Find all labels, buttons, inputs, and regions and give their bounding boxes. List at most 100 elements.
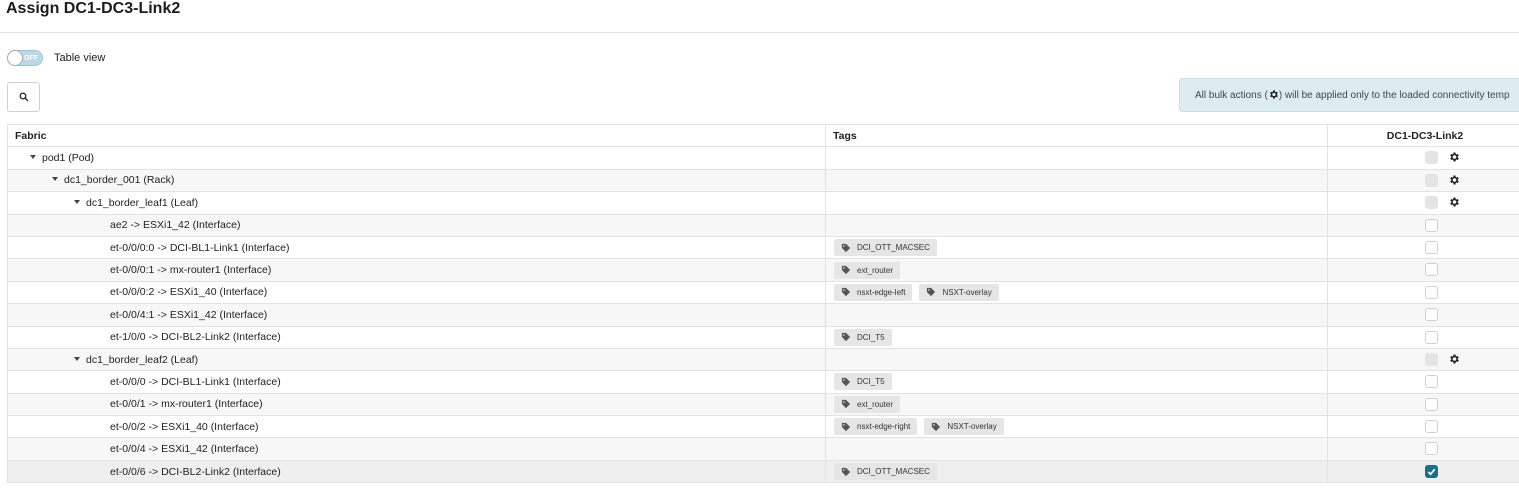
gear-icon[interactable] bbox=[1448, 151, 1460, 166]
tag-label: NSXT-overlay bbox=[947, 422, 997, 432]
table-row[interactable]: dc1_border_leaf1 (Leaf) bbox=[7, 191, 1519, 215]
fabric-cell: et-0/0/0:2 -> ESXi1_40 (Interface) bbox=[7, 280, 826, 305]
tag-chip[interactable]: NSXT-overlay bbox=[924, 418, 1004, 436]
assign-checkbox[interactable] bbox=[1425, 464, 1438, 478]
assign-cell bbox=[1327, 415, 1519, 439]
assign-cell bbox=[1327, 280, 1519, 305]
tag-icon bbox=[841, 400, 851, 409]
toggle-state-label: OFF bbox=[24, 55, 38, 62]
tag-chip[interactable]: ext_router bbox=[834, 395, 901, 413]
assign-cell bbox=[1327, 146, 1519, 170]
table-row[interactable]: et-0/0/6 -> DCI-BL2-Link2 (Interface) DCI… bbox=[7, 459, 1519, 484]
gear-icon[interactable] bbox=[1448, 196, 1460, 211]
assign-checkbox[interactable] bbox=[1425, 308, 1438, 322]
fabric-cell: dc1_border_001 (Rack) bbox=[7, 168, 826, 193]
caret-down-icon[interactable] bbox=[30, 155, 36, 160]
table-row[interactable]: et-0/0/0:0 -> DCI-BL1-Link1 (Interface) D… bbox=[7, 235, 1519, 260]
table-row[interactable]: et-0/0/0:1 -> mx-router1 (Interface) ext_… bbox=[7, 258, 1519, 282]
assign-cell bbox=[1327, 258, 1519, 282]
column-header-template[interactable]: DC1-DC3-Link2 bbox=[1327, 123, 1519, 148]
fabric-label: et-0/0/0 -> DCI-BL1-Link1 (Interface) bbox=[110, 375, 281, 388]
check-icon bbox=[1427, 468, 1436, 476]
table-row[interactable]: et-0/0/4 -> ESXi1_42 (Interface) bbox=[7, 437, 1519, 461]
tag-icon bbox=[932, 422, 941, 431]
tag-chip[interactable]: DCI_T5 bbox=[834, 328, 892, 346]
assign-cell bbox=[1327, 325, 1519, 349]
table-row[interactable]: ae2 -> ESXi1_42 (Interface) bbox=[7, 213, 1519, 237]
tag-chip[interactable]: DCI_OTT_MACSEC bbox=[834, 463, 937, 481]
fabric-label: et-0/0/1 -> mx-router1 (Interface) bbox=[110, 398, 263, 411]
table-view-toggle[interactable]: OFF bbox=[7, 50, 43, 66]
tag-chip[interactable]: DCI_T5 bbox=[834, 373, 892, 391]
tag-icon bbox=[841, 243, 851, 252]
toggle-knob bbox=[7, 50, 23, 66]
table-row[interactable]: et-0/0/1 -> mx-router1 (Interface) ext_ro… bbox=[7, 392, 1519, 417]
caret-down-icon[interactable] bbox=[52, 177, 58, 182]
title-divider bbox=[0, 32, 1519, 33]
column-header-fabric[interactable]: Fabric bbox=[7, 123, 826, 148]
assign-cell bbox=[1327, 459, 1519, 484]
fabric-cell: et-0/0/0:0 -> DCI-BL1-Link1 (Interface) bbox=[7, 235, 826, 260]
tag-label: nsxt-edge-left bbox=[857, 287, 906, 297]
bulk-actions-alert: All bulk actions () will be applied only… bbox=[1179, 78, 1519, 112]
assign-checkbox[interactable] bbox=[1425, 330, 1438, 344]
fabric-cell: pod1 (Pod) bbox=[7, 146, 826, 170]
assign-checkbox bbox=[1425, 196, 1438, 210]
assign-checkbox bbox=[1425, 173, 1438, 187]
fabric-label: dc1_border_leaf2 (Leaf) bbox=[86, 353, 199, 366]
table-row[interactable]: pod1 (Pod) bbox=[7, 146, 1519, 170]
assign-cell bbox=[1327, 347, 1519, 372]
fabric-label: et-1/0/0 -> DCI-BL2-Link2 (Interface) bbox=[110, 331, 281, 344]
tags-cell: DCI_T5 bbox=[825, 370, 1328, 394]
table-body: pod1 (Pod) dc1_border_001 (Rack) dc1_borde… bbox=[7, 146, 1519, 484]
assign-checkbox[interactable] bbox=[1425, 218, 1438, 232]
fabric-label: pod1 (Pod) bbox=[42, 152, 94, 165]
gear-icon[interactable] bbox=[1448, 174, 1460, 189]
assign-checkbox[interactable] bbox=[1425, 263, 1438, 277]
tag-chip[interactable]: nsxt-edge-right bbox=[834, 418, 918, 436]
tags-cell bbox=[825, 191, 1328, 215]
table-row[interactable]: et-0/0/0 -> DCI-BL1-Link1 (Interface) DCI… bbox=[7, 370, 1519, 394]
tag-label: NSXT-overlay bbox=[942, 287, 992, 297]
assign-checkbox[interactable] bbox=[1425, 442, 1438, 456]
tag-icon bbox=[841, 467, 851, 476]
assign-cell bbox=[1327, 437, 1519, 461]
assign-cell bbox=[1327, 213, 1519, 237]
table-row[interactable]: dc1_border_leaf2 (Leaf) bbox=[7, 347, 1519, 372]
fabric-label: et-0/0/4 -> ESXi1_42 (Interface) bbox=[110, 443, 259, 456]
tag-chip[interactable]: ext_router bbox=[834, 261, 901, 279]
tags-cell bbox=[825, 213, 1328, 237]
caret-down-icon[interactable] bbox=[74, 199, 80, 204]
tags-cell: DCI_T5 bbox=[825, 325, 1328, 349]
fabric-label: et-0/0/2 -> ESXi1_40 (Interface) bbox=[110, 420, 259, 433]
fabric-cell: et-0/0/0 -> DCI-BL1-Link1 (Interface) bbox=[7, 370, 826, 394]
assign-cell bbox=[1327, 392, 1519, 417]
fabric-label: dc1_border_001 (Rack) bbox=[64, 174, 175, 187]
column-header-tags[interactable]: Tags bbox=[825, 123, 1328, 148]
assign-checkbox[interactable] bbox=[1425, 397, 1438, 411]
tag-chip[interactable]: NSXT-overlay bbox=[919, 283, 999, 301]
tag-chip[interactable]: nsxt-edge-left bbox=[834, 283, 913, 301]
search-button[interactable] bbox=[7, 82, 40, 112]
fabric-label: ae2 -> ESXi1_42 (Interface) bbox=[110, 219, 241, 232]
tag-chip[interactable]: DCI_OTT_MACSEC bbox=[834, 239, 937, 257]
table-row[interactable]: et-1/0/0 -> DCI-BL2-Link2 (Interface) DCI… bbox=[7, 325, 1519, 349]
assign-checkbox[interactable] bbox=[1425, 375, 1438, 389]
table-row[interactable]: et-0/0/2 -> ESXi1_40 (Interface) nsxt-edg… bbox=[7, 415, 1519, 439]
assign-checkbox[interactable] bbox=[1425, 420, 1438, 434]
caret-down-icon[interactable] bbox=[74, 356, 80, 361]
tags-cell: nsxt-edge-right NSXT-overlay bbox=[825, 415, 1328, 439]
tag-icon bbox=[841, 377, 851, 387]
fabric-label: et-0/0/4:1 -> ESXi1_42 (Interface) bbox=[110, 308, 268, 321]
table-row[interactable]: dc1_border_001 (Rack) bbox=[7, 168, 1519, 193]
assign-checkbox[interactable] bbox=[1425, 285, 1438, 299]
tags-cell: DCI_OTT_MACSEC bbox=[825, 459, 1328, 484]
table-row[interactable]: et-0/0/4:1 -> ESXi1_42 (Interface) bbox=[7, 303, 1519, 327]
tag-icon bbox=[841, 422, 851, 431]
fabric-label: dc1_border_leaf1 (Leaf) bbox=[86, 196, 199, 209]
tags-cell bbox=[825, 303, 1328, 327]
fabric-cell: dc1_border_leaf1 (Leaf) bbox=[7, 191, 826, 215]
gear-icon[interactable] bbox=[1448, 353, 1460, 368]
table-row[interactable]: et-0/0/0:2 -> ESXi1_40 (Interface) nsxt-e… bbox=[7, 280, 1519, 305]
assign-checkbox[interactable] bbox=[1425, 240, 1438, 254]
